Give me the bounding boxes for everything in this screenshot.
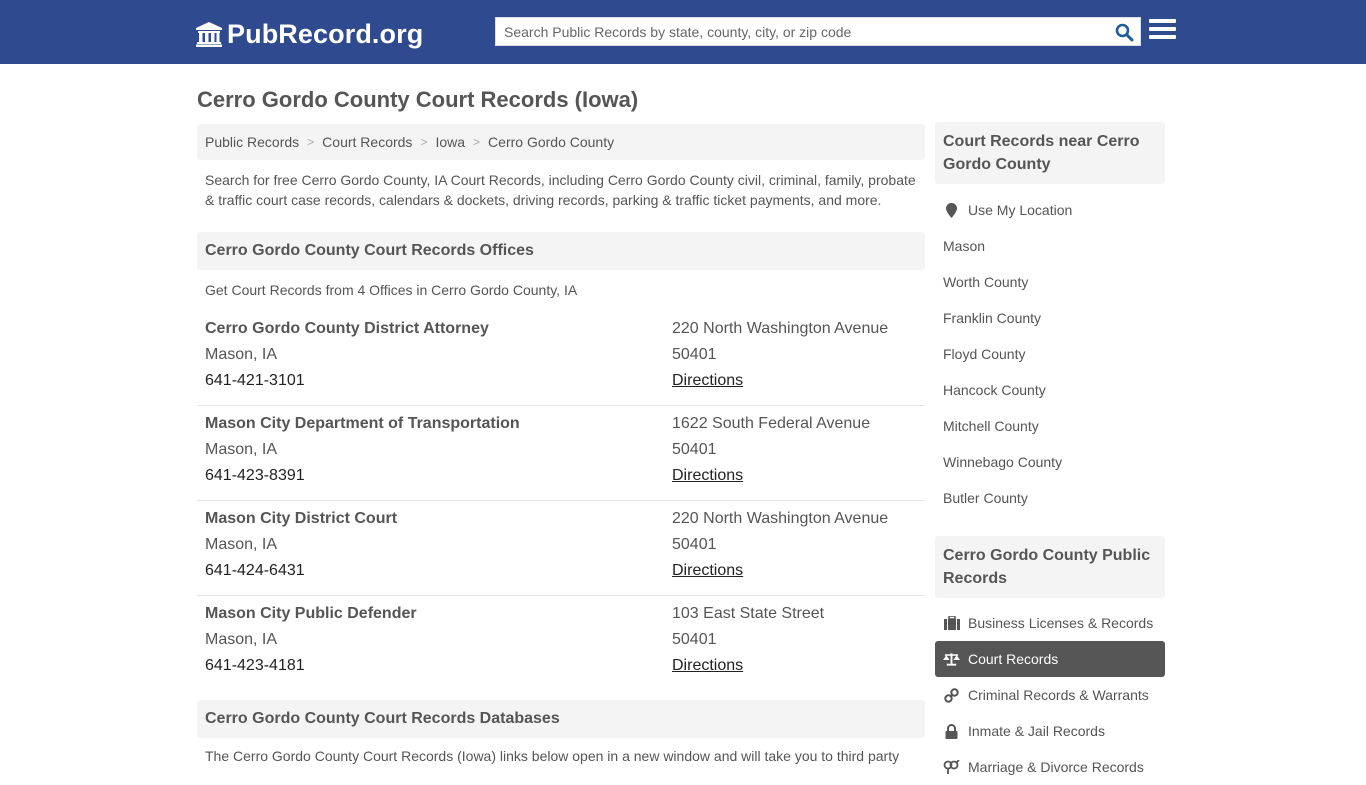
office-item: Cerro Gordo County District Attorney Mas…: [197, 311, 925, 406]
offices-section-heading: Cerro Gordo County Court Records Offices: [197, 232, 925, 270]
balance-scale-icon: [943, 651, 960, 667]
breadcrumb-separator: >: [473, 135, 481, 149]
lock-icon: [943, 723, 960, 739]
sidebar-item-label: Court Records: [968, 651, 1059, 667]
databases-section-heading: Cerro Gordo County Court Records Databas…: [197, 700, 925, 738]
hamburger-menu-button[interactable]: [1149, 19, 1176, 43]
venus-mars-icon: [943, 759, 960, 775]
office-phone[interactable]: 641-424-6431: [205, 561, 397, 587]
office-zip: 50401: [672, 441, 717, 458]
nearby-link-worth-county[interactable]: Worth County: [935, 264, 1165, 300]
nearby-link-mason[interactable]: Mason: [935, 228, 1165, 264]
briefcase-icon: [943, 615, 960, 631]
breadcrumb: Public Records > Court Records > Iowa > …: [197, 124, 925, 160]
nearby-link-mitchell-county[interactable]: Mitchell County: [935, 408, 1165, 444]
sidebar-item-court-records[interactable]: Court Records: [935, 641, 1165, 677]
page-title: Cerro Gordo County Court Records (Iowa): [197, 87, 639, 112]
office-address: 220 North Washington Avenue: [672, 320, 889, 337]
office-zip: 50401: [672, 536, 717, 553]
menu-bar: [1149, 35, 1176, 39]
breadcrumb-iowa[interactable]: Iowa: [435, 134, 465, 150]
breadcrumb-separator: >: [420, 135, 428, 149]
offices-list: Cerro Gordo County District Attorney Mas…: [197, 311, 925, 691]
offices-count-text: Get Court Records from 4 Offices in Cerr…: [205, 282, 578, 298]
intro-text: Search for free Cerro Gordo County, IA C…: [205, 172, 916, 208]
sidebar-item-marriage-records[interactable]: Marriage & Divorce Records: [935, 749, 1165, 785]
office-city: Mason, IA: [205, 631, 278, 648]
breadcrumb-separator: >: [307, 135, 315, 149]
nearby-link-winnebago-county[interactable]: Winnebago County: [935, 444, 1165, 480]
sidebar-item-label: Marriage & Divorce Records: [968, 759, 1144, 775]
office-city: Mason, IA: [205, 346, 278, 363]
office-phone[interactable]: 641-423-4181: [205, 656, 417, 682]
office-city: Mason, IA: [205, 441, 278, 458]
sidebar-item-label: Business Licenses & Records: [968, 615, 1154, 631]
nearby-heading: Court Records near Cerro Gordo County: [935, 122, 1165, 184]
directions-link[interactable]: Directions: [672, 562, 743, 579]
public-records-heading: Cerro Gordo County Public Records: [935, 536, 1165, 598]
office-address: 103 East State Street: [672, 605, 825, 622]
nearby-list: Use My Location Mason Worth County Frank…: [935, 192, 1165, 516]
office-zip: 50401: [672, 346, 717, 363]
office-zip: 50401: [672, 631, 717, 648]
office-address: 1622 South Federal Avenue: [672, 415, 871, 432]
directions-link[interactable]: Directions: [672, 372, 743, 389]
menu-bar: [1149, 19, 1176, 23]
use-my-location-label: Use My Location: [968, 202, 1073, 218]
search-icon: [1115, 23, 1133, 41]
handcuffs-icon: [943, 687, 960, 703]
office-name: Cerro Gordo County District Attorney: [205, 320, 489, 337]
office-item: Mason City Department of Transportation …: [197, 406, 925, 501]
office-address: 220 North Washington Avenue: [672, 510, 889, 527]
directions-link[interactable]: Directions: [672, 467, 743, 484]
sidebar-item-business-licenses[interactable]: Business Licenses & Records: [935, 605, 1165, 641]
office-name: Mason City Public Defender: [205, 605, 417, 622]
logo-text: PubRecord.org: [227, 18, 424, 49]
site-logo[interactable]: PubRecord.org: [195, 18, 423, 50]
sidebar-item-criminal-records[interactable]: Criminal Records & Warrants: [935, 677, 1165, 713]
landmark-icon: [196, 22, 222, 47]
office-phone[interactable]: 641-423-8391: [205, 466, 520, 492]
search-box: [495, 17, 1141, 46]
office-phone[interactable]: 641-421-3101: [205, 371, 489, 397]
office-name: Mason City Department of Transportation: [205, 415, 520, 432]
breadcrumb-public-records[interactable]: Public Records: [205, 134, 299, 150]
search-input[interactable]: [496, 18, 1106, 45]
sidebar-item-inmate-records[interactable]: Inmate & Jail Records: [935, 713, 1165, 749]
office-city: Mason, IA: [205, 536, 278, 553]
map-marker-icon: [943, 202, 960, 218]
nearby-link-butler-county[interactable]: Butler County: [935, 480, 1165, 516]
public-records-list: Business Licenses & Records Court Record…: [935, 605, 1165, 785]
top-header: PubRecord.org: [0, 0, 1366, 64]
nearby-link-hancock-county[interactable]: Hancock County: [935, 372, 1165, 408]
office-item: Mason City District Court Mason, IA 641-…: [197, 501, 925, 596]
office-name: Mason City District Court: [205, 510, 398, 527]
menu-bar: [1149, 27, 1176, 31]
office-item: Mason City Public Defender Mason, IA 641…: [197, 596, 925, 691]
sidebar-item-label: Criminal Records & Warrants: [968, 687, 1149, 703]
breadcrumb-current: Cerro Gordo County: [488, 134, 615, 150]
breadcrumb-court-records[interactable]: Court Records: [322, 134, 412, 150]
nearby-link-franklin-county[interactable]: Franklin County: [935, 300, 1165, 336]
sidebar-item-label: Inmate & Jail Records: [968, 723, 1105, 739]
use-my-location-button[interactable]: Use My Location: [935, 192, 1165, 228]
search-button[interactable]: [1112, 21, 1136, 43]
directions-link[interactable]: Directions: [672, 657, 743, 674]
databases-intro-text: The Cerro Gordo County Court Records (Io…: [205, 748, 900, 764]
nearby-link-floyd-county[interactable]: Floyd County: [935, 336, 1165, 372]
